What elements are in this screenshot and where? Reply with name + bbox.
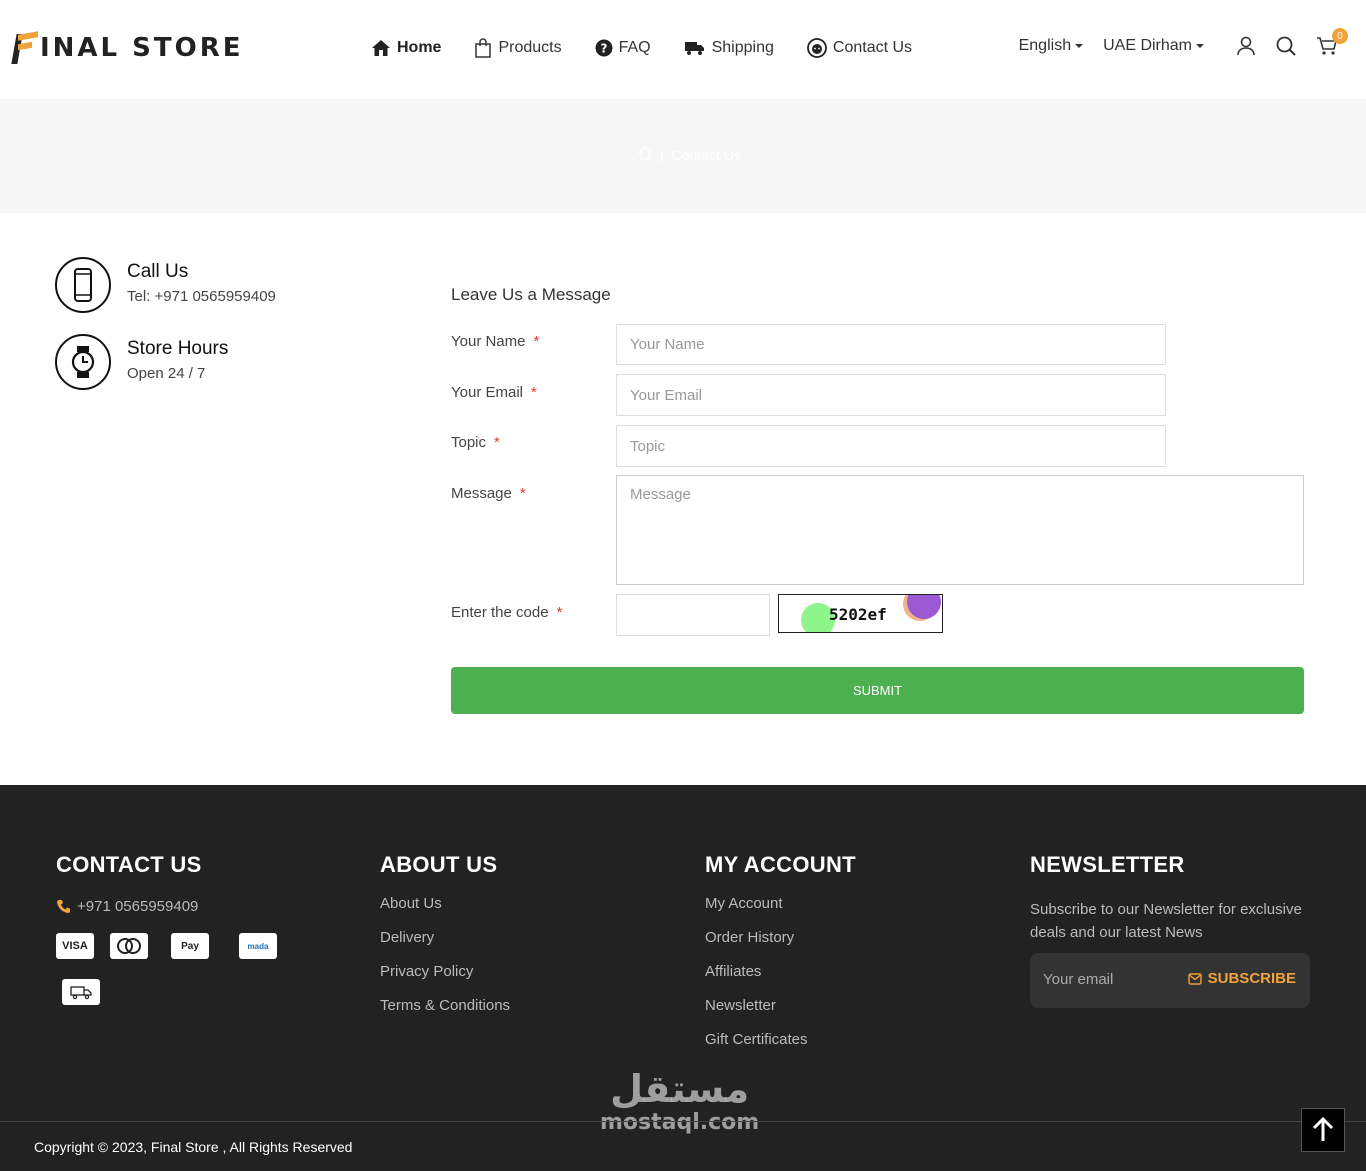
breadcrumb-band: | Contact Us xyxy=(0,99,1366,213)
footer-account-heading: MY ACCOUNT xyxy=(705,852,856,877)
store-hours-title: Store Hours xyxy=(127,338,229,359)
arrow-up-icon xyxy=(1312,1117,1334,1141)
submit-button[interactable]: SUBMIT xyxy=(451,667,1304,714)
question-icon: ? xyxy=(595,39,613,57)
store-hours-value: Open 24 / 7 xyxy=(127,365,206,382)
newsletter-email-input[interactable]: Your email xyxy=(1043,971,1113,988)
caret-down-icon xyxy=(1075,44,1084,48)
nav-faq-label: FAQ xyxy=(618,39,651,56)
footer-link-terms[interactable]: Terms & Conditions xyxy=(380,997,510,1014)
footer-about-heading: ABOUT US xyxy=(380,852,498,877)
phone-icon xyxy=(55,257,111,313)
breadcrumb: | Contact Us xyxy=(637,146,741,163)
name-label: Your Name * xyxy=(451,333,540,350)
site-header: INAL STORE Home Products ? FAQ Shipping xyxy=(0,0,1366,99)
footer-link-delivery[interactable]: Delivery xyxy=(380,929,510,946)
currency-value: UAE Dirham xyxy=(1103,37,1192,54)
search-icon[interactable] xyxy=(1276,36,1296,56)
watermark-latin: mostaql.com xyxy=(600,1110,760,1135)
footer-phone[interactable]: +971 0565959409 xyxy=(56,898,202,915)
back-to-top-button[interactable] xyxy=(1301,1108,1345,1152)
truck-icon xyxy=(684,40,706,56)
footer-link-newsletter[interactable]: Newsletter xyxy=(705,997,856,1014)
footer-divider xyxy=(0,1121,1366,1122)
newsletter-form: Your email SUBSCRIBE xyxy=(1030,953,1310,1008)
footer-newsletter-heading: NEWSLETTER xyxy=(1030,852,1185,877)
footer-phone-number: +971 0565959409 xyxy=(77,898,199,915)
topic-label: Topic * xyxy=(451,434,500,451)
code-label: Enter the code * xyxy=(451,604,563,621)
watermark-arabic: مستقل xyxy=(610,1067,750,1111)
footer-contact-heading: CONTACT US xyxy=(56,852,202,877)
subscribe-label: SUBSCRIBE xyxy=(1207,970,1296,987)
captcha-image: 5202ef xyxy=(778,594,943,633)
nav-shipping[interactable]: Shipping xyxy=(684,39,774,57)
form-title: Leave Us a Message xyxy=(451,285,611,304)
footer-contact-col: CONTACT US +971 0565959409 xyxy=(56,852,202,915)
footer-link-gift-certificates[interactable]: Gift Certificates xyxy=(705,1031,856,1048)
breadcrumb-current: Contact Us xyxy=(671,146,741,163)
store-logo[interactable]: INAL STORE xyxy=(11,30,244,66)
envelope-icon xyxy=(1187,972,1202,985)
footer-newsletter-col: NEWSLETTER Subscribe to our Newsletter f… xyxy=(1030,852,1310,944)
main-nav: Home Products ? FAQ Shipping Contact Us xyxy=(371,38,945,58)
language-value: English xyxy=(1018,37,1072,54)
language-dropdown[interactable]: English xyxy=(1018,37,1084,55)
cart-count-badge: 0 xyxy=(1332,28,1348,44)
watch-icon xyxy=(55,334,111,390)
currency-dropdown[interactable]: UAE Dirham xyxy=(1103,37,1204,55)
user-icon[interactable] xyxy=(1236,36,1256,56)
subscribe-button[interactable]: SUBSCRIBE xyxy=(1187,970,1296,987)
footer-link-order-history[interactable]: Order History xyxy=(705,929,856,946)
message-label: Message * xyxy=(451,485,526,502)
message-textarea[interactable]: Message xyxy=(616,475,1304,585)
logo-text: INAL STORE xyxy=(40,33,244,63)
breadcrumb-home-icon[interactable] xyxy=(637,146,653,163)
footer-link-about-us[interactable]: About Us xyxy=(380,895,510,912)
call-us-block: Call Us Tel: +971 0565959409 xyxy=(55,257,276,313)
newsletter-description: Subscribe to our Newsletter for exclusiv… xyxy=(1030,901,1302,941)
email-input[interactable]: Your Email xyxy=(616,374,1166,416)
copyright-text: Copyright © 2023, Final Store , All Righ… xyxy=(34,1139,353,1155)
nav-home-label: Home xyxy=(397,39,442,56)
topic-input[interactable]: Topic xyxy=(616,425,1166,467)
phone-icon xyxy=(57,900,70,913)
captcha-input[interactable] xyxy=(616,594,770,636)
nav-contact[interactable]: Contact Us xyxy=(806,38,913,58)
logo-mark-icon xyxy=(11,30,38,66)
footer-link-my-account[interactable]: My Account xyxy=(705,895,856,912)
nav-faq[interactable]: ? FAQ xyxy=(595,39,651,57)
visa-icon: VISA xyxy=(56,933,94,959)
home-icon xyxy=(371,39,391,57)
footer-link-affiliates[interactable]: Affiliates xyxy=(705,963,856,980)
call-us-phone: Tel: +971 0565959409 xyxy=(127,288,276,305)
apple-pay-icon: Pay xyxy=(171,933,209,959)
cart-icon[interactable]: 0 xyxy=(1316,28,1348,56)
footer-link-privacy[interactable]: Privacy Policy xyxy=(380,963,510,980)
footer-about-col: ABOUT US About Us Delivery Privacy Polic… xyxy=(380,852,510,1014)
bag-icon xyxy=(474,38,492,58)
breadcrumb-separator: | xyxy=(660,146,664,163)
svg-text:?: ? xyxy=(600,42,607,56)
mostaql-watermark: مستقل mostaql.com xyxy=(600,1068,759,1136)
nav-products[interactable]: Products xyxy=(474,38,562,58)
store-hours-block: Store Hours Open 24 / 7 xyxy=(55,334,228,390)
captcha-code: 5202ef xyxy=(829,605,887,624)
call-us-title: Call Us xyxy=(127,261,189,282)
nav-shipping-label: Shipping xyxy=(711,39,774,56)
nav-products-label: Products xyxy=(498,39,562,56)
nav-home[interactable]: Home xyxy=(371,39,441,57)
nav-contact-label: Contact Us xyxy=(832,39,913,56)
name-input[interactable]: Your Name xyxy=(616,324,1166,365)
email-label: Your Email * xyxy=(451,384,537,401)
delivery-truck-icon xyxy=(62,979,100,1005)
footer-account-col: MY ACCOUNT My Account Order History Affi… xyxy=(705,852,856,1048)
mada-icon: mada xyxy=(239,933,277,959)
mastercard-icon xyxy=(110,933,148,959)
header-tools: English UAE Dirham 0 xyxy=(1018,28,1348,56)
caret-down-icon xyxy=(1196,44,1204,48)
support-icon xyxy=(806,38,827,58)
